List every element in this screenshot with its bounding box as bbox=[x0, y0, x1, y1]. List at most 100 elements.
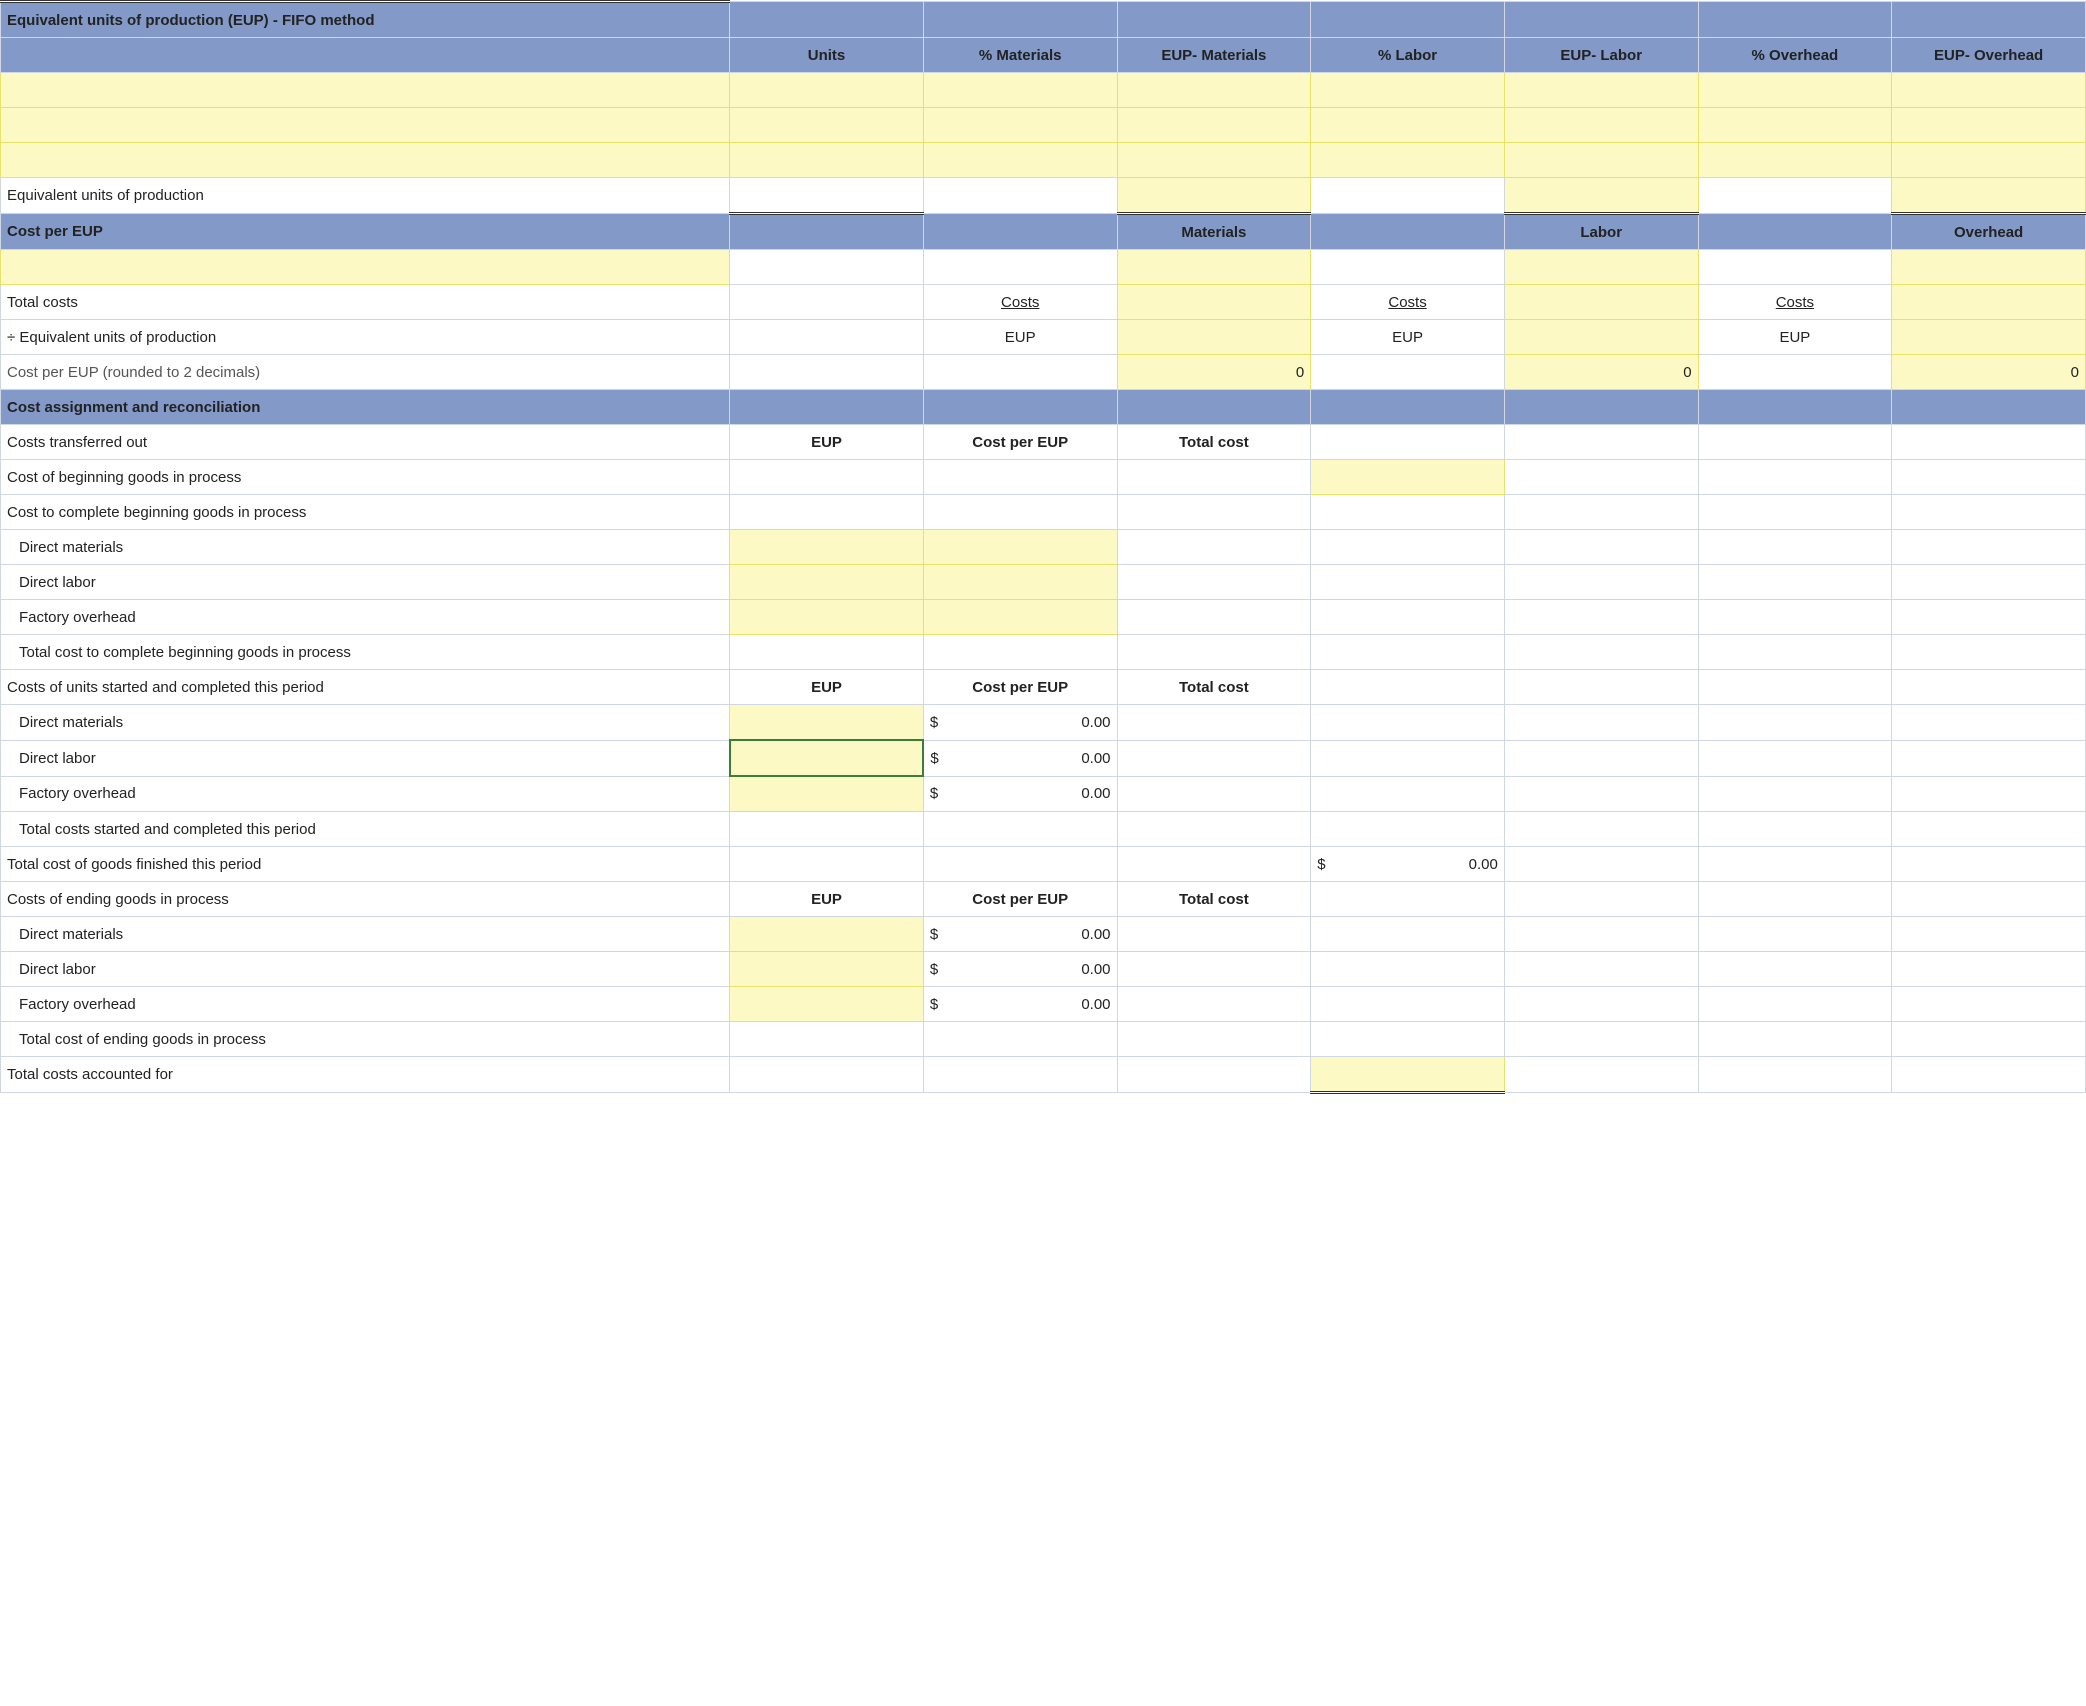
input-cell[interactable] bbox=[1698, 143, 1892, 178]
complete-beg-label: Cost to complete beginning goods in proc… bbox=[1, 495, 730, 530]
input-cell[interactable] bbox=[1, 143, 730, 178]
col-eup-overhead: EUP- Overhead bbox=[1892, 38, 2086, 73]
input-cell[interactable] bbox=[1117, 73, 1311, 108]
table-row: Equivalent units of production bbox=[1, 178, 2086, 214]
dm-label: Direct materials bbox=[1, 705, 730, 741]
col-eup: EUP bbox=[730, 882, 924, 917]
col-units: Units bbox=[730, 38, 924, 73]
table-row bbox=[1, 108, 2086, 143]
input-cell[interactable] bbox=[1504, 143, 1698, 178]
input-cell[interactable] bbox=[1117, 320, 1311, 355]
input-cell[interactable] bbox=[730, 530, 924, 565]
input-cell[interactable] bbox=[1, 108, 730, 143]
calc-cell: 0 bbox=[1117, 355, 1311, 390]
col-eup: EUP bbox=[730, 670, 924, 705]
calc-cell bbox=[1504, 178, 1698, 214]
calc-cell bbox=[730, 178, 924, 214]
col-total-cost: Total cost bbox=[1117, 670, 1311, 705]
input-cell[interactable] bbox=[1892, 285, 2086, 320]
input-cell[interactable] bbox=[1698, 108, 1892, 143]
input-cell[interactable] bbox=[1117, 108, 1311, 143]
table-row: Total costs started and completed this p… bbox=[1, 812, 2086, 847]
table-row: Direct materials $0.00 bbox=[1, 705, 2086, 741]
col-eup-labor: EUP- Labor bbox=[1504, 38, 1698, 73]
input-cell[interactable] bbox=[730, 565, 924, 600]
cost-per-eup-label: Cost per EUP (rounded to 2 decimals) bbox=[1, 355, 730, 390]
table-row: Cost per EUP (rounded to 2 decimals) 0 0… bbox=[1, 355, 2086, 390]
input-cell[interactable] bbox=[1311, 143, 1505, 178]
input-cell[interactable] bbox=[1504, 285, 1698, 320]
input-cell[interactable] bbox=[1, 250, 730, 285]
costs-label: Costs bbox=[1311, 285, 1505, 320]
input-cell[interactable] bbox=[923, 73, 1117, 108]
table-row: Cost per EUP Materials Labor Overhead bbox=[1, 214, 2086, 250]
input-cell[interactable] bbox=[1892, 108, 2086, 143]
calc-cell: $0.00 bbox=[923, 740, 1117, 776]
input-cell[interactable] bbox=[730, 108, 924, 143]
dm-label: Direct materials bbox=[1, 530, 730, 565]
calc-cell: $0.00 bbox=[923, 987, 1117, 1022]
input-cell[interactable] bbox=[1892, 250, 2086, 285]
calc-cell: $0.00 bbox=[1311, 847, 1505, 882]
input-cell[interactable] bbox=[730, 740, 924, 776]
col-pct-labor: % Labor bbox=[1311, 38, 1505, 73]
eup-label: EUP bbox=[1311, 320, 1505, 355]
input-cell[interactable] bbox=[1892, 73, 2086, 108]
input-cell[interactable] bbox=[730, 143, 924, 178]
input-cell[interactable] bbox=[730, 73, 924, 108]
total-costs-label: Total costs bbox=[1, 285, 730, 320]
table-row bbox=[1, 143, 2086, 178]
input-cell[interactable] bbox=[1, 73, 730, 108]
col-eup-materials: EUP- Materials bbox=[1117, 38, 1311, 73]
dl-label: Direct labor bbox=[1, 565, 730, 600]
calc-cell bbox=[1892, 178, 2086, 214]
col-pct-overhead: % Overhead bbox=[1698, 38, 1892, 73]
input-cell[interactable] bbox=[1117, 250, 1311, 285]
input-cell[interactable] bbox=[730, 917, 924, 952]
foh-label: Factory overhead bbox=[1, 987, 730, 1022]
input-cell[interactable] bbox=[1504, 108, 1698, 143]
input-cell[interactable] bbox=[1504, 320, 1698, 355]
table-row: Total cost of goods finished this period… bbox=[1, 847, 2086, 882]
foh-label: Factory overhead bbox=[1, 776, 730, 812]
input-cell[interactable] bbox=[730, 952, 924, 987]
input-cell[interactable] bbox=[923, 600, 1117, 635]
table-row bbox=[1, 250, 2086, 285]
input-cell[interactable] bbox=[1311, 73, 1505, 108]
col-labor: Labor bbox=[1504, 214, 1698, 250]
input-cell[interactable] bbox=[923, 108, 1117, 143]
input-cell[interactable] bbox=[1311, 108, 1505, 143]
input-cell[interactable] bbox=[1698, 73, 1892, 108]
table-row: Cost assignment and reconciliation bbox=[1, 390, 2086, 425]
costs-label: Costs bbox=[923, 285, 1117, 320]
input-cell[interactable] bbox=[923, 565, 1117, 600]
foh-label: Factory overhead bbox=[1, 600, 730, 635]
ending-gip-label: Costs of ending goods in process bbox=[1, 882, 730, 917]
calc-cell bbox=[1311, 1057, 1505, 1093]
table-row: Cost of beginning goods in process bbox=[1, 460, 2086, 495]
input-cell[interactable] bbox=[1117, 143, 1311, 178]
dl-label: Direct labor bbox=[1, 952, 730, 987]
input-cell[interactable] bbox=[730, 776, 924, 812]
total-accounted-label: Total costs accounted for bbox=[1, 1057, 730, 1093]
input-cell[interactable] bbox=[1504, 73, 1698, 108]
input-cell[interactable] bbox=[730, 705, 924, 741]
input-cell[interactable] bbox=[730, 987, 924, 1022]
input-cell[interactable] bbox=[1311, 460, 1505, 495]
calc-cell: 0 bbox=[1504, 355, 1698, 390]
input-cell[interactable] bbox=[1892, 320, 2086, 355]
input-cell[interactable] bbox=[730, 600, 924, 635]
table-row: Direct materials bbox=[1, 530, 2086, 565]
input-cell[interactable] bbox=[1117, 285, 1311, 320]
eup-label: Equivalent units of production bbox=[1, 178, 730, 214]
costs-transferred-label: Costs transferred out bbox=[1, 425, 730, 460]
input-cell[interactable] bbox=[1504, 250, 1698, 285]
table-row: Direct labor $0.00 bbox=[1, 952, 2086, 987]
eup-label: EUP bbox=[1698, 320, 1892, 355]
calc-cell: 0 bbox=[1892, 355, 2086, 390]
input-cell[interactable] bbox=[923, 530, 1117, 565]
input-cell[interactable] bbox=[923, 143, 1117, 178]
input-cell[interactable] bbox=[1892, 143, 2086, 178]
col-cpe: Cost per EUP bbox=[923, 425, 1117, 460]
table-row: Total costs accounted for bbox=[1, 1057, 2086, 1093]
